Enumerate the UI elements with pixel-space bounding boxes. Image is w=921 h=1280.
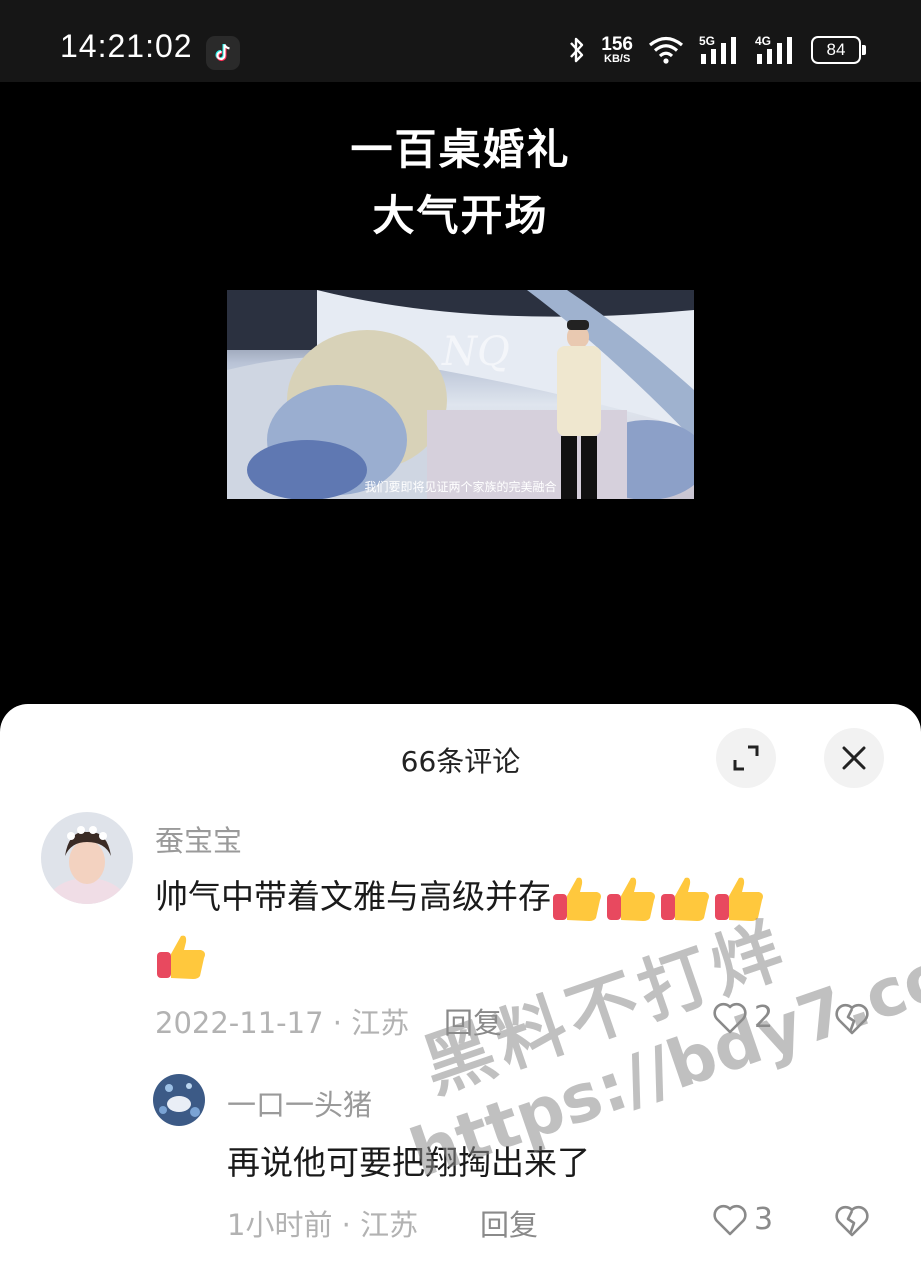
comment-text: 再说他可要把翔掏出来了 (227, 1143, 590, 1182)
video-player[interactable]: NQ 我们要即将见证两个家族的完美融合 (227, 290, 694, 499)
battery-indicator: 84 (811, 36, 866, 64)
like-count: 2 (754, 1000, 774, 1035)
expand-button[interactable] (716, 728, 776, 788)
close-button[interactable] (824, 728, 884, 788)
thumbs-up-emoji (607, 877, 655, 921)
dislike-button[interactable] (834, 1002, 870, 1040)
like-button[interactable]: 2 (712, 1000, 773, 1035)
signal-4g-icon: 4G (755, 34, 797, 66)
video-title-line2: 大气开场 (372, 191, 549, 240)
comment-text: 帅气中带着文雅与高级并存 (155, 868, 875, 984)
douyin-app-icon (206, 36, 240, 70)
comment-meta: 1小时前 · 江苏 (227, 1208, 419, 1242)
video-subtitle: 我们要即将见证两个家族的完美融合 (364, 480, 557, 494)
comment-username[interactable]: 一口一头猪 (227, 1082, 372, 1124)
video-title-line1: 一百桌婚礼 (350, 125, 571, 174)
broken-heart-icon (835, 1205, 869, 1237)
like-count: 3 (754, 1202, 774, 1237)
comments-sheet: 66条评论 蚕宝宝 帅气中带着文雅与高级并存 2022-11-17 · 江苏 回… (0, 704, 921, 1280)
heart-icon (713, 1204, 747, 1235)
thumbs-up-emoji (661, 877, 709, 921)
broken-heart-icon (835, 1003, 869, 1035)
comment-username[interactable]: 蚕宝宝 (155, 818, 242, 860)
close-icon (842, 746, 866, 770)
wifi-icon (648, 36, 684, 64)
wedding-stage-image: NQ (227, 290, 694, 499)
thumbs-up-emoji (715, 877, 763, 921)
thumbs-up-emoji (157, 935, 205, 979)
signal-5g-icon: 5G (699, 34, 741, 66)
like-button[interactable]: 3 (712, 1202, 773, 1237)
comments-count-title: 66条评论 (400, 745, 521, 778)
avatar[interactable] (41, 812, 133, 904)
comment-meta: 2022-11-17 · 江苏 (155, 1006, 410, 1040)
expand-icon (733, 745, 759, 771)
reply-button[interactable]: 回复 (444, 1000, 502, 1042)
thumbs-up-emoji (553, 877, 601, 921)
avatar[interactable] (153, 1074, 205, 1126)
bluetooth-icon (570, 37, 584, 63)
status-time: 14:21:02 (60, 28, 193, 64)
reply-button[interactable]: 回复 (480, 1202, 538, 1244)
dislike-button[interactable] (834, 1204, 870, 1242)
svg-text:NQ: NQ (441, 329, 510, 375)
heart-icon (713, 1002, 747, 1033)
status-indicators: 156 KB/S 5G 4G 84 (567, 30, 866, 70)
status-bar: 14:21:02 156 KB/S 5G 4G 84 (0, 0, 921, 82)
network-speed: 156 KB/S (601, 34, 633, 65)
